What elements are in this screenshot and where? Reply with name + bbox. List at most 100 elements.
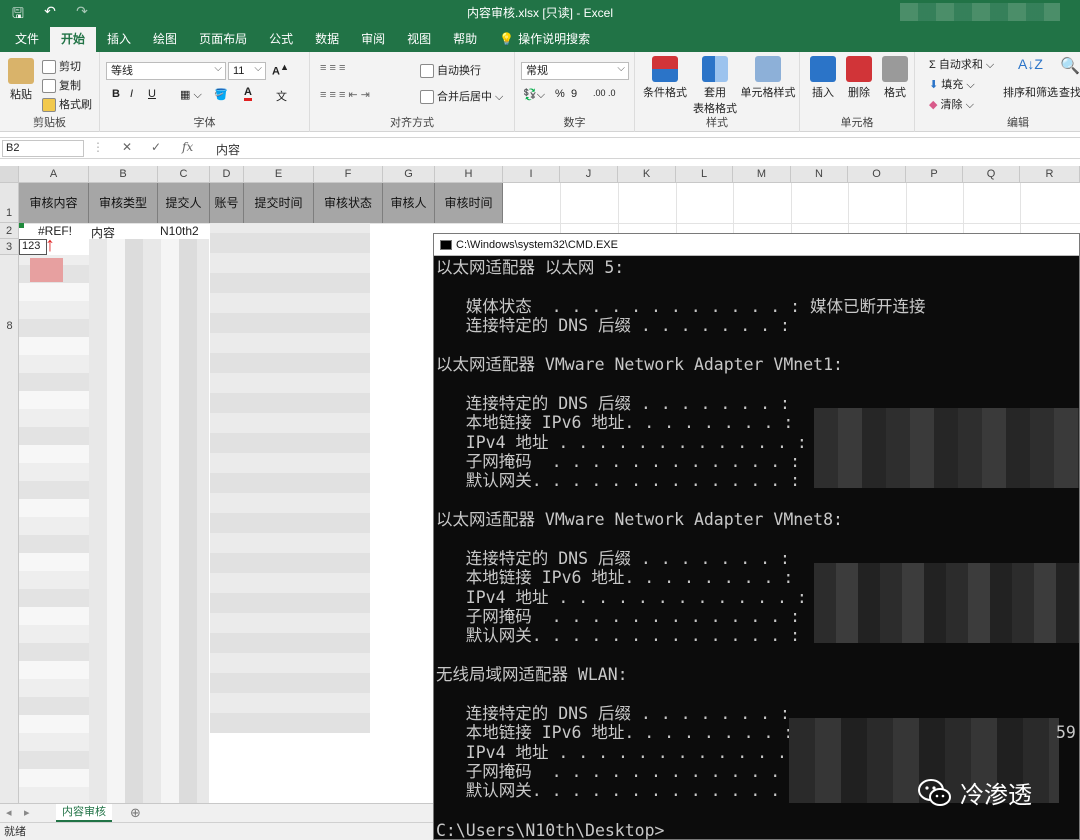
cmd-prompt[interactable]: C:\Users\N10th\Desktop> xyxy=(436,821,664,840)
format-cells-button[interactable]: 格式 xyxy=(880,56,910,100)
cmd-output[interactable]: 以太网适配器 以太网 5: 媒体状态 . . . . . . . . . . .… xyxy=(434,258,1079,840)
paste-button[interactable]: 粘贴 xyxy=(6,58,36,102)
col-header-d[interactable]: D xyxy=(210,166,244,183)
increase-font-icon[interactable]: A▲ xyxy=(272,62,289,78)
header-cell-review-content[interactable]: 审核内容 xyxy=(19,183,89,223)
wrap-text-button[interactable]: 自动换行 xyxy=(420,62,481,79)
phonetic-icon[interactable]: 文 xyxy=(276,88,287,104)
col-header-k[interactable]: K xyxy=(618,166,676,183)
italic-button[interactable]: I xyxy=(130,88,133,100)
tab-help[interactable]: 帮助 xyxy=(442,27,488,52)
autosum-button[interactable]: Σ 自动求和 ⌵ xyxy=(929,56,994,72)
row-header-3[interactable]: 3 xyxy=(0,239,19,255)
cmd-line: 连接特定的 DNS 后缀 . . . . . . . : xyxy=(436,704,790,723)
header-cell-account[interactable]: 账号 xyxy=(210,183,244,223)
borders-icon[interactable]: ▦ ⌵ xyxy=(180,88,202,102)
format-as-table-button[interactable]: 套用 表格格式 xyxy=(687,56,743,116)
col-header-l[interactable]: L xyxy=(676,166,733,183)
tab-view[interactable]: 视图 xyxy=(396,27,442,52)
row-header-8[interactable]: 8 xyxy=(0,318,19,334)
tab-insert[interactable]: 插入 xyxy=(96,27,142,52)
delete-cells-button[interactable]: 删除 xyxy=(844,56,874,100)
group-label-font: 字体 xyxy=(193,117,216,129)
insert-cells-button[interactable]: 插入 xyxy=(808,56,838,100)
name-box[interactable]: B2 xyxy=(2,140,84,157)
find-select-button[interactable]: 🔍 查找 xyxy=(1057,56,1080,100)
cmd-title-bar[interactable]: C:\Windows\system32\CMD.EXE xyxy=(434,234,1079,256)
fill-button[interactable]: ⬇ 填充 ⌵ xyxy=(929,76,975,92)
fx-icon[interactable]: fx xyxy=(182,140,193,154)
col-header-m[interactable]: M xyxy=(733,166,791,183)
cancel-icon[interactable]: ✕ xyxy=(122,140,132,154)
header-cell-reviewer[interactable]: 审核人 xyxy=(383,183,435,223)
col-header-b[interactable]: B xyxy=(89,166,158,183)
merge-label: 合并后居中 xyxy=(437,91,492,103)
format-painter-button[interactable]: 格式刷 xyxy=(42,96,92,113)
tab-review[interactable]: 审阅 xyxy=(350,27,396,52)
number-format-select[interactable]: 常规 xyxy=(521,61,629,80)
cmd-line: IPv4 地址 . . . . . . . . . . . . : xyxy=(436,743,807,762)
col-header-f[interactable]: F xyxy=(314,166,383,183)
col-header-q[interactable]: Q xyxy=(963,166,1020,183)
cmd-window[interactable]: C:\Windows\system32\CMD.EXE 以太网适配器 以太网 5… xyxy=(433,233,1080,840)
cell-a2[interactable]: #REF! xyxy=(22,224,88,238)
enter-icon[interactable]: ✓ xyxy=(151,140,161,154)
clear-button[interactable]: ◆ 清除 ⌵ xyxy=(929,96,974,112)
col-header-j[interactable]: J xyxy=(560,166,618,183)
cell-a3[interactable]: 123 xyxy=(19,239,47,255)
col-header-i[interactable]: I xyxy=(503,166,560,183)
more-dots-icon: ⋮ xyxy=(92,140,104,154)
sort-filter-icon: A↓Z xyxy=(1018,56,1043,72)
tab-home[interactable]: 开始 xyxy=(50,27,97,52)
merge-center-button[interactable]: 合并后居中 ⌵ xyxy=(420,88,503,105)
tab-draw[interactable]: 绘图 xyxy=(142,27,188,52)
col-header-a[interactable]: A xyxy=(19,166,89,183)
sort-filter-button[interactable]: A↓Z 排序和筛选 xyxy=(1003,56,1058,100)
select-all-corner[interactable] xyxy=(0,166,19,183)
cell-styles-button[interactable]: 单元格样式 xyxy=(739,56,797,100)
header-cell-submitter[interactable]: 提交人 xyxy=(158,183,210,223)
header-cell-review-type[interactable]: 审核类型 xyxy=(89,183,158,223)
col-header-o[interactable]: O xyxy=(848,166,906,183)
col-header-e[interactable]: E xyxy=(244,166,314,183)
conditional-format-button[interactable]: 条件格式 xyxy=(641,56,689,100)
tell-me-search[interactable]: 💡 操作说明搜索 xyxy=(488,27,601,52)
header-cell-review-status[interactable]: 审核状态 xyxy=(314,183,383,223)
group-font: 等线 11 A▲ B I U ▦ ⌵ 🪣 A 文 字体 xyxy=(100,52,310,132)
header-cell-submit-time[interactable]: 提交时间 xyxy=(244,183,314,223)
tab-data[interactable]: 数据 xyxy=(304,27,350,52)
next-sheet-icon[interactable]: ▸ xyxy=(24,806,30,819)
currency-icon[interactable]: 💱⌵ xyxy=(523,88,545,102)
col-header-g[interactable]: G xyxy=(383,166,435,183)
col-header-r[interactable]: R xyxy=(1020,166,1080,183)
col-header-p[interactable]: P xyxy=(906,166,963,183)
row-header-2[interactable]: 2 xyxy=(0,223,19,239)
fill-color-icon[interactable]: 🪣 xyxy=(214,88,228,101)
left-align-icon[interactable]: ≡ ≡ ≡ ⇤ ⇥ xyxy=(320,88,370,101)
top-align-icon[interactable]: ≡ ≡ ≡ xyxy=(320,62,345,74)
row-header-1[interactable]: 1 xyxy=(0,183,19,223)
cut-button[interactable]: 剪切 xyxy=(42,58,81,75)
underline-button[interactable]: U xyxy=(148,88,156,100)
formula-input[interactable]: 内容 xyxy=(216,141,240,158)
header-cell-review-time[interactable]: 审核时间 xyxy=(435,183,503,223)
add-sheet-icon[interactable]: ⊕ xyxy=(130,805,141,821)
tab-formulas[interactable]: 公式 xyxy=(258,27,304,52)
percent-button[interactable]: % xyxy=(555,88,565,100)
prev-sheet-icon[interactable]: ◂ xyxy=(6,806,12,819)
col-header-n[interactable]: N xyxy=(791,166,848,183)
bold-button[interactable]: B xyxy=(112,88,120,100)
tab-file[interactable]: 文件 xyxy=(4,27,50,52)
col-header-c[interactable]: C xyxy=(158,166,210,183)
sheet-tab-content-review[interactable]: 内容审核 xyxy=(56,804,112,822)
font-color-icon[interactable]: A xyxy=(244,86,252,101)
cell-b2[interactable]: 内容 xyxy=(91,224,115,241)
tab-page-layout[interactable]: 页面布局 xyxy=(188,27,258,52)
comma-button[interactable]: 9 xyxy=(571,88,577,100)
font-name-select[interactable]: 等线 xyxy=(106,61,226,80)
col-header-h[interactable]: H xyxy=(435,166,503,183)
cell-c2[interactable]: N10th2 xyxy=(160,224,199,238)
decimal-icon[interactable]: .00 .0 xyxy=(593,88,616,98)
font-size-select[interactable]: 11 xyxy=(228,61,266,80)
copy-button[interactable]: 复制 xyxy=(42,77,81,94)
